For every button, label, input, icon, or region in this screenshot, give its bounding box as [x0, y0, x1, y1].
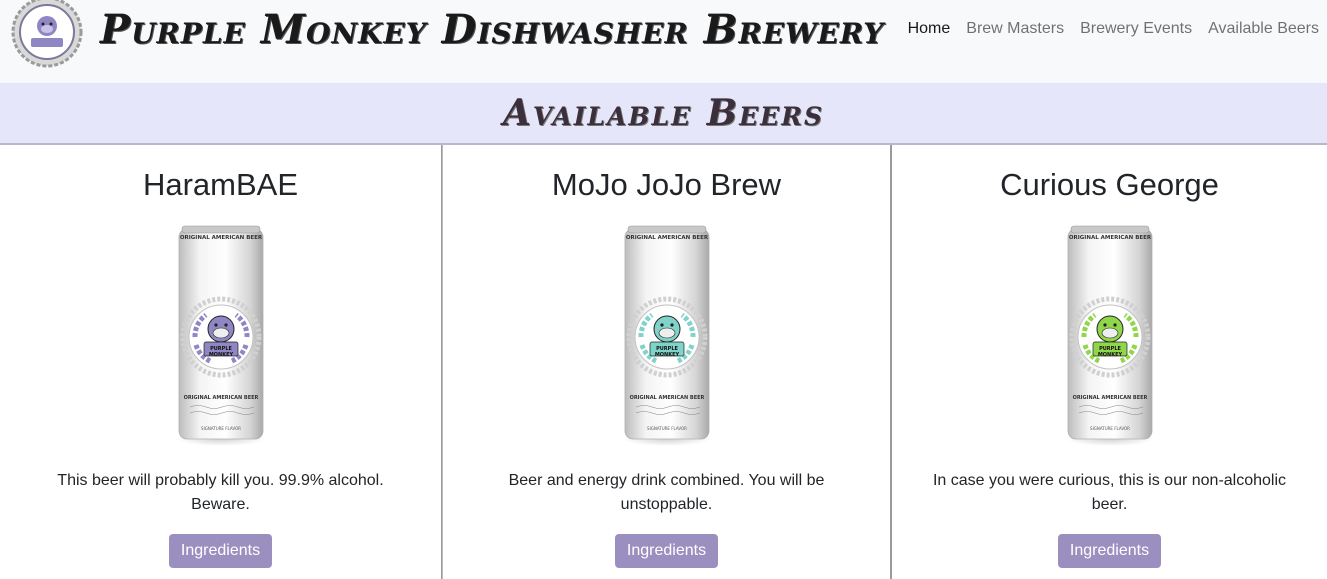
beer-cards: HaramBAE ORIGINAL AMERICAN BEER PURPLE M… — [0, 145, 1327, 579]
beer-description: Beer and energy drink combined. You will… — [508, 472, 825, 513]
ingredients-button[interactable]: Ingredients — [1057, 534, 1162, 568]
beer-name: Curious George — [1000, 167, 1219, 202]
svg-text:MONKEY: MONKEY — [208, 352, 233, 358]
ingredients-button[interactable]: Ingredients — [168, 534, 273, 568]
nav-available-beers[interactable]: Available Beers — [1208, 20, 1319, 38]
svg-text:MONKEY: MONKEY — [654, 352, 679, 358]
section-header: Available Beers — [0, 83, 1327, 145]
nav-home[interactable]: Home — [908, 20, 951, 38]
beer-description: This beer will probably kill you. 99.9% … — [57, 472, 384, 513]
svg-text:ORIGINAL AMERICAN BEER: ORIGINAL AMERICAN BEER — [629, 395, 704, 401]
beer-can-svg: ORIGINAL AMERICAN BEER PURPLE MONKEY ORI… — [176, 225, 265, 446]
svg-text:ORIGINAL AMERICAN BEER: ORIGINAL AMERICAN BEER — [179, 235, 262, 241]
svg-text:SIGNATURE FLAVOR: SIGNATURE FLAVOR — [647, 426, 687, 431]
svg-text:ORIGINAL AMERICAN BEER: ORIGINAL AMERICAN BEER — [1072, 395, 1147, 401]
ingredients-button[interactable]: Ingredients — [614, 534, 719, 568]
svg-text:MONKEY: MONKEY — [1097, 352, 1122, 358]
svg-text:ORIGINAL AMERICAN BEER: ORIGINAL AMERICAN BEER — [183, 395, 258, 401]
nav-links: Home Brew Masters Brewery Events Availab… — [908, 20, 1319, 38]
navbar: Purple Monkey Dishwasher Brewery Home Br… — [0, 0, 1327, 83]
beer-card: MoJo JoJo Brew ORIGINAL AMERICAN BEER PU… — [443, 145, 892, 579]
svg-text:ORIGINAL AMERICAN BEER: ORIGINAL AMERICAN BEER — [625, 235, 708, 241]
beer-can-image: ORIGINAL AMERICAN BEER PURPLE MONKEY ORI… — [1065, 225, 1155, 447]
svg-text:ORIGINAL AMERICAN BEER: ORIGINAL AMERICAN BEER — [1068, 235, 1151, 241]
beer-card: HaramBAE ORIGINAL AMERICAN BEER PURPLE M… — [0, 145, 443, 579]
page-title: Available Beers — [502, 92, 825, 134]
nav-brew-masters[interactable]: Brew Masters — [966, 20, 1064, 38]
svg-text:SIGNATURE FLAVOR: SIGNATURE FLAVOR — [1090, 426, 1130, 431]
brewery-logo[interactable] — [9, 0, 85, 68]
beer-card: Curious George ORIGINAL AMERICAN BEER PU… — [892, 145, 1327, 579]
beer-can-svg: ORIGINAL AMERICAN BEER PURPLE MONKEY ORI… — [1065, 225, 1154, 446]
beer-name: HaramBAE — [142, 167, 299, 202]
beer-can-svg: ORIGINAL AMERICAN BEER PURPLE MONKEY ORI… — [622, 225, 711, 446]
nav-brewery-events[interactable]: Brewery Events — [1080, 20, 1192, 38]
beer-can-image: ORIGINAL AMERICAN BEER PURPLE MONKEY ORI… — [176, 225, 266, 447]
beer-can-image: ORIGINAL AMERICAN BEER PURPLE MONKEY ORI… — [622, 225, 712, 447]
svg-text:SIGNATURE FLAVOR: SIGNATURE FLAVOR — [201, 426, 241, 431]
brand-title[interactable]: Purple Monkey Dishwasher Brewery — [100, 2, 884, 58]
beer-description: In case you were curious, this is our no… — [932, 472, 1287, 513]
beer-name: MoJo JoJo Brew — [551, 167, 782, 202]
